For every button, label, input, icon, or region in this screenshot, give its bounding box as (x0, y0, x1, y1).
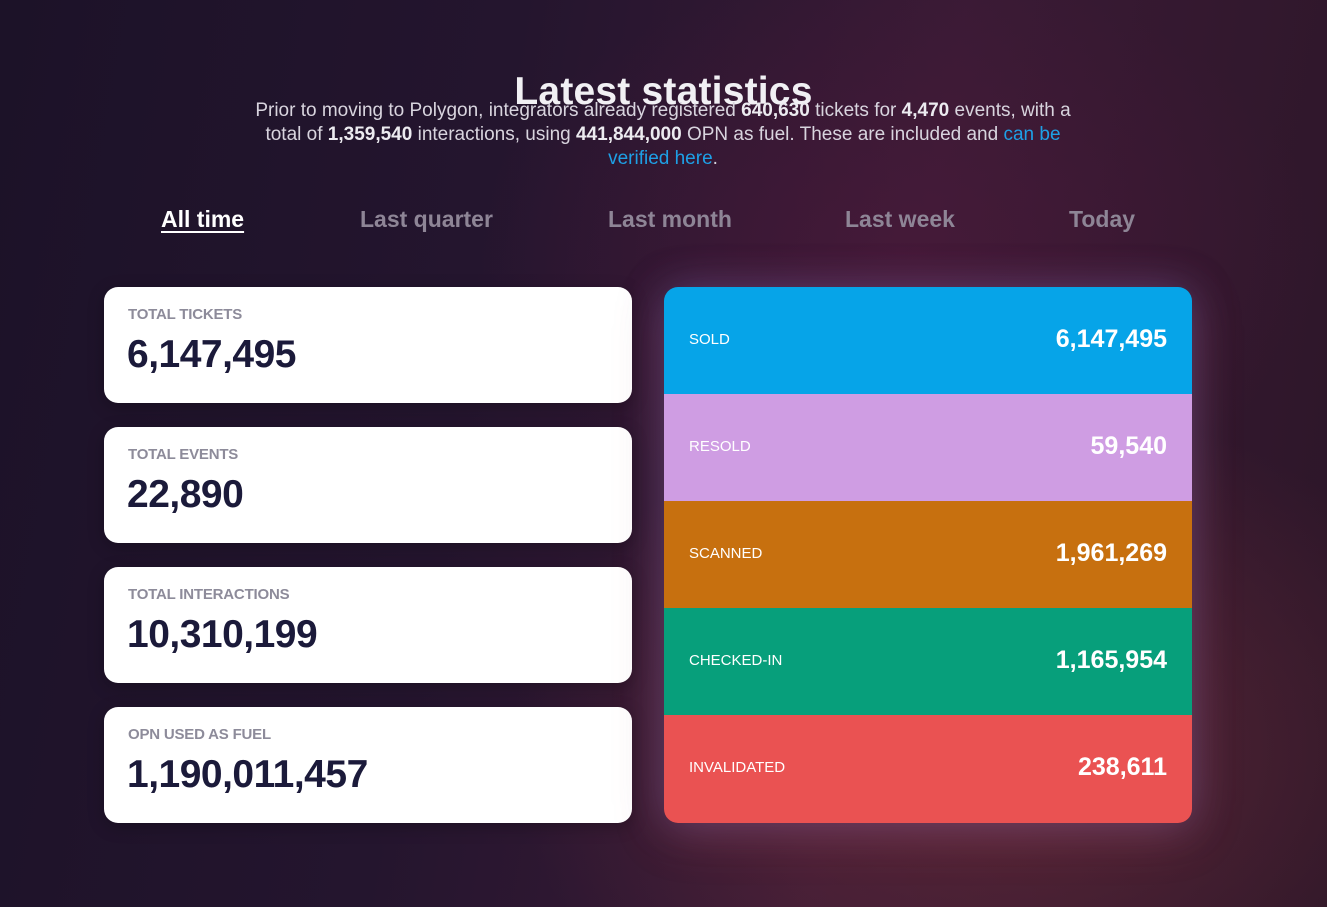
stat-label: OPN USED AS FUEL (128, 726, 271, 743)
breakdown-value: 59,540 (1090, 432, 1167, 460)
tab-last-month[interactable]: Last month (608, 206, 732, 233)
period-tabs: All time Last quarter Last month Last we… (0, 206, 1327, 240)
intro-text: Prior to moving to Polygon, integrators … (250, 99, 1076, 171)
breakdown-value: 1,961,269 (1055, 539, 1167, 567)
stat-card-total-interactions: TOTAL INTERACTIONS 10,310,199 (104, 567, 632, 683)
intro-segment: OPN as fuel. These are included and (681, 124, 1004, 145)
breakdown-label: INVALIDATED (689, 759, 786, 776)
breakdown-label: SCANNED (689, 545, 763, 562)
breakdown-row-invalidated: INVALIDATED 238,611 (664, 715, 1192, 823)
breakdown-value: 6,147,495 (1055, 325, 1167, 353)
stat-label: TOTAL EVENTS (128, 446, 239, 463)
breakdown-row-sold: SOLD 6,147,495 (664, 287, 1192, 394)
breakdown-value: 1,165,954 (1055, 646, 1167, 674)
stat-value: 1,190,011,457 (127, 753, 368, 796)
breakdown-label: SOLD (689, 331, 730, 348)
intro-tickets-count: 640,630 (741, 100, 810, 121)
tab-all-time[interactable]: All time (161, 206, 244, 233)
tab-today[interactable]: Today (1069, 206, 1135, 233)
stat-value: 22,890 (127, 473, 244, 516)
breakdown-row-scanned: SCANNED 1,961,269 (664, 501, 1192, 608)
stat-card-total-events: TOTAL EVENTS 22,890 (104, 427, 632, 543)
stat-card-opn-fuel: OPN USED AS FUEL 1,190,011,457 (104, 707, 632, 823)
tab-last-week[interactable]: Last week (845, 206, 955, 233)
intro-segment: Prior to moving to Polygon, integrators … (255, 100, 742, 121)
stat-label: TOTAL INTERACTIONS (128, 586, 290, 603)
breakdown-row-checked-in: CHECKED-IN 1,165,954 (664, 608, 1192, 715)
stat-card-total-tickets: TOTAL TICKETS 6,147,495 (104, 287, 632, 403)
tab-last-quarter[interactable]: Last quarter (360, 206, 493, 233)
breakdown-value: 238,611 (1078, 753, 1167, 781)
breakdown-label: RESOLD (689, 438, 751, 455)
stat-value: 6,147,495 (127, 333, 297, 376)
breakdown-row-resold: RESOLD 59,540 (664, 394, 1192, 501)
breakdown-label: CHECKED-IN (689, 652, 783, 669)
intro-events-count: 4,470 (901, 100, 950, 121)
intro-interactions-count: 1,359,540 (327, 124, 413, 145)
intro-segment: interactions, using (412, 124, 577, 145)
intro-fuel-count: 441,844,000 (576, 124, 682, 145)
stat-value: 10,310,199 (127, 613, 318, 656)
ticket-breakdown-panel: SOLD 6,147,495 RESOLD 59,540 SCANNED 1,9… (664, 287, 1192, 823)
stat-label: TOTAL TICKETS (128, 306, 243, 323)
intro-segment: . (712, 148, 718, 169)
intro-segment: tickets for (809, 100, 902, 121)
